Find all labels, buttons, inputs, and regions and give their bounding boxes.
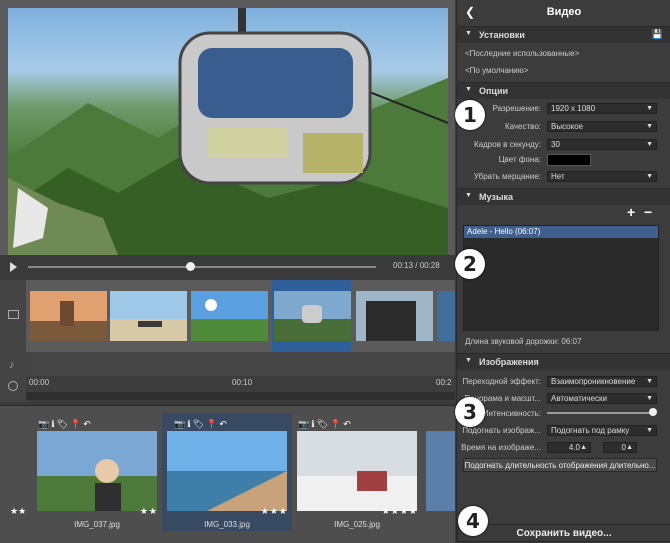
pan-zoom-select[interactable]: Автоматически ▼	[547, 393, 657, 404]
browser-filename: IMG_025.jpg	[334, 520, 380, 529]
callout-badge-3: 3	[455, 397, 485, 427]
browser-thumbnail	[297, 431, 417, 511]
timeline-track-icons: ♪	[0, 280, 27, 402]
seek-handle[interactable]	[186, 262, 195, 271]
resolution-select[interactable]: 1920 x 1080 ▼	[547, 103, 657, 114]
item-info-icons[interactable]: 📷ℹ🏷📍↶	[298, 419, 353, 430]
timeline-scrollbar[interactable]	[26, 392, 455, 400]
timeline-thumb-boat[interactable]	[110, 291, 187, 341]
bg-color-label: Цвет фона:	[498, 155, 541, 164]
timeline-thumb-gondola[interactable]	[274, 291, 351, 341]
panel-title: Видео	[546, 6, 582, 18]
preset-default[interactable]: <По умолчанию>	[465, 66, 528, 75]
timeline-ruler: 00:00 00:10 00:2	[26, 376, 455, 402]
item-info-icons[interactable]: 📷ℹ🏷📍↶	[174, 419, 229, 430]
callout-badge-2: 2	[455, 249, 485, 279]
quality-label: Качество:	[504, 122, 541, 131]
timeline-thumb-coast[interactable]	[191, 291, 268, 341]
intensity-slider-track[interactable]	[547, 412, 655, 414]
transition-select[interactable]: Взаимопроникновение ▼	[547, 376, 657, 387]
rating-stars[interactable]: ★★★	[261, 506, 288, 517]
ruler-tick: 00:00	[29, 378, 50, 387]
section-options-label: Опции	[479, 86, 509, 96]
seek-track[interactable]	[28, 266, 376, 268]
time-readout: 00:13 / 00:28	[393, 261, 440, 270]
browser-item[interactable]: 📷ℹ🏷📍↶ ★★★★ IMG_025.jpg	[292, 413, 422, 531]
image-track-icon	[8, 310, 19, 319]
timeline: ♪ 00:00 00:10 00:2	[0, 280, 455, 402]
section-music[interactable]: ▼ Музыка	[457, 188, 670, 205]
section-music-label: Музыка	[479, 192, 514, 202]
section-images[interactable]: ▼ Изображения	[457, 353, 670, 370]
callout-badge-4: 4	[458, 506, 488, 536]
save-video-button[interactable]: Сохранить видео...	[457, 524, 670, 542]
clock-icon	[8, 381, 18, 391]
ruler-tick: 00:2	[436, 378, 452, 387]
video-preview-frame	[8, 8, 448, 255]
bg-color-swatch[interactable]	[547, 154, 591, 166]
browser-thumbnail	[167, 431, 287, 511]
timeline-thumb-castle[interactable]	[30, 291, 107, 341]
fps-label: Кадров в секунду:	[474, 140, 541, 149]
section-options[interactable]: ▼ Опции	[457, 82, 670, 99]
fit-select[interactable]: Подогнать под рамку ▼	[547, 425, 657, 436]
image-time-seconds[interactable]: 4.0 ▲	[547, 442, 591, 453]
quality-select[interactable]: Высокое ▼	[547, 121, 657, 132]
transition-label: Переходной эффект:	[462, 377, 541, 386]
flicker-select[interactable]: Нет ▼	[547, 171, 657, 182]
save-preset-icon[interactable]: 💾	[652, 29, 663, 40]
flicker-label: Убрать мерцание:	[473, 172, 541, 181]
browser-thumbnail	[37, 431, 157, 511]
browser-thumbnail	[426, 431, 455, 511]
image-browser-strip: 📷ℹ🏷📍↶ ★★ IMG_037.jpg ★★ 📷ℹ🏷📍↶ ★★★ IMG_03…	[0, 405, 455, 543]
section-settings-label: Установки	[479, 30, 525, 40]
rating-stars[interactable]: ★★★★	[382, 506, 418, 517]
remove-music-button[interactable]: −	[644, 204, 652, 220]
fit-duration-button[interactable]: Подогнать длительность отображения длите…	[463, 458, 657, 472]
video-export-panel: ❮ Видео ▼ Установки 💾 <Последние использ…	[456, 0, 670, 542]
intensity-label: Интенсивность:	[482, 409, 541, 418]
preview-image	[8, 8, 448, 255]
timeline-film-strip	[26, 280, 455, 352]
callout-badge-1: 1	[455, 100, 485, 130]
music-length: Длина звуковой дорожки: 06:07	[465, 337, 582, 346]
section-settings[interactable]: ▼ Установки 💾	[457, 26, 670, 43]
browser-item-selected[interactable]: 📷ℹ🏷📍↶ ★★★ IMG_033.jpg	[162, 413, 292, 531]
browser-filename: IMG_037.jpg	[74, 520, 120, 529]
timeline-thumb-building[interactable]	[356, 291, 433, 341]
timeline-thumb-partial[interactable]	[437, 291, 455, 341]
resolution-label: Разрешение:	[492, 104, 541, 113]
timeline-audio-track[interactable]	[26, 352, 455, 376]
rating-stars[interactable]: ★★	[140, 506, 158, 517]
music-list: Adele - Hello (06:07)	[463, 225, 659, 331]
item-info-icons[interactable]: 📷ℹ🏷📍↶	[38, 419, 93, 430]
rating-stars[interactable]: ★★	[10, 506, 26, 517]
image-time-fraction[interactable]: 0 ▲	[603, 442, 637, 453]
ruler-tick: 00:10	[232, 378, 253, 387]
video-preview-panel	[0, 0, 455, 255]
preset-last-used[interactable]: <Последние использованные>	[465, 49, 579, 58]
playback-bar: 00:13 / 00:28	[0, 255, 455, 279]
browser-filename: IMG_033.jpg	[204, 520, 250, 529]
section-images-label: Изображения	[479, 357, 539, 367]
add-music-button[interactable]: +	[627, 204, 635, 220]
fit-label: Подогнать изображ...	[462, 426, 541, 435]
music-track-icon: ♪	[9, 359, 15, 371]
intensity-slider-handle[interactable]	[649, 408, 657, 416]
play-icon[interactable]	[10, 262, 17, 272]
browser-item-partial[interactable]	[422, 413, 455, 531]
browser-item[interactable]: 📷ℹ🏷📍↶ ★★ IMG_037.jpg	[32, 413, 162, 531]
fps-select[interactable]: 30 ▼	[547, 139, 657, 150]
image-time-label: Время на изображе...	[461, 443, 541, 452]
music-track-item[interactable]: Adele - Hello (06:07)	[464, 226, 658, 238]
